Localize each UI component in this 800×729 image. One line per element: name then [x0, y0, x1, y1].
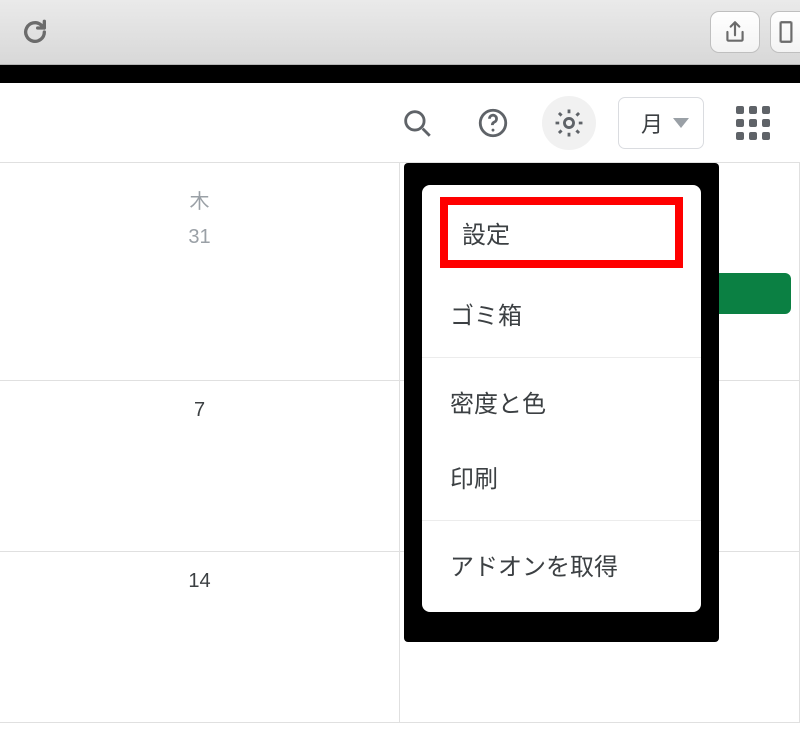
- menu-item-trash[interactable]: ゴミ箱: [422, 276, 701, 351]
- day-number: 7: [0, 381, 399, 422]
- chevron-down-icon: [673, 118, 689, 128]
- day-number: 14: [0, 552, 399, 593]
- help-button[interactable]: [466, 96, 520, 150]
- share-button[interactable]: [710, 11, 760, 53]
- search-icon: [400, 106, 434, 140]
- gear-icon: [552, 106, 586, 140]
- search-button[interactable]: [390, 96, 444, 150]
- day-cell-14[interactable]: 14: [0, 552, 400, 722]
- menu-separator: [422, 520, 701, 521]
- view-select[interactable]: 月: [618, 97, 704, 149]
- weekday-label: 木: [0, 163, 399, 214]
- black-strip: [0, 65, 800, 83]
- settings-button[interactable]: [542, 96, 596, 150]
- browser-toolbar: [0, 0, 800, 65]
- help-icon: [476, 106, 510, 140]
- menu-item-get-addons[interactable]: アドオンを取得: [422, 527, 701, 602]
- menu-separator: [422, 357, 701, 358]
- day-cell-31[interactable]: 木 31: [0, 163, 400, 380]
- google-apps-button[interactable]: [726, 96, 780, 150]
- apps-grid-icon: [736, 106, 770, 140]
- day-cell-7[interactable]: 7: [0, 381, 400, 551]
- view-select-label: 月: [641, 107, 663, 139]
- app-header: 月: [0, 83, 800, 163]
- settings-menu-frame: 設定 ゴミ箱 密度と色 印刷 アドオンを取得: [404, 163, 719, 642]
- settings-menu: 設定 ゴミ箱 密度と色 印刷 アドオンを取得: [422, 185, 701, 612]
- menu-item-settings[interactable]: 設定: [440, 197, 683, 268]
- reload-button[interactable]: [10, 0, 60, 65]
- day-number: 31: [0, 214, 399, 249]
- tabs-button[interactable]: [770, 11, 800, 53]
- menu-item-print[interactable]: 印刷: [422, 439, 701, 514]
- menu-item-density-color[interactable]: 密度と色: [422, 364, 701, 439]
